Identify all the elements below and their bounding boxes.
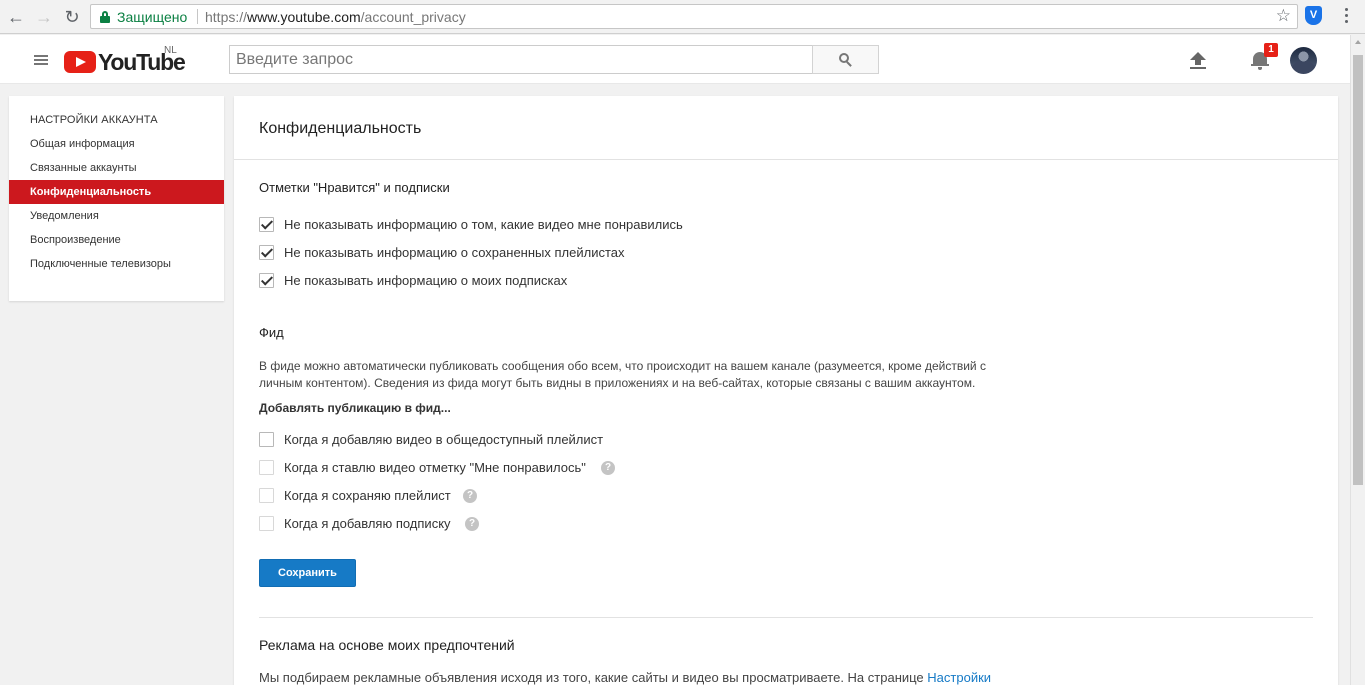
browser-menu-icon[interactable] bbox=[1340, 6, 1352, 26]
lock-icon bbox=[100, 11, 110, 23]
youtube-header: YouTube NL 1 bbox=[0, 35, 1350, 84]
feed-playlist-add-checkbox[interactable] bbox=[259, 432, 274, 447]
page-title: Конфиденциальность bbox=[259, 120, 422, 137]
hide-saved-playlists-checkbox[interactable] bbox=[259, 245, 274, 260]
feed-description-line-2: личным контентом). Сведения из фида могу… bbox=[259, 376, 976, 390]
feed-description: В фиде можно автоматически публиковать с… bbox=[259, 358, 1079, 392]
reload-icon[interactable]: ↻ bbox=[62, 7, 82, 27]
country-code: NL bbox=[164, 45, 177, 56]
guide-menu-icon[interactable] bbox=[34, 55, 48, 66]
ads-description-text: Мы подбираем рекламные объявления исходя… bbox=[259, 670, 928, 685]
feed-subscribe-checkbox[interactable] bbox=[259, 516, 274, 531]
ads-description: Мы подбираем рекламные объявления исходя… bbox=[259, 670, 991, 685]
help-icon[interactable]: ? bbox=[601, 461, 615, 475]
hide-liked-videos-checkbox[interactable] bbox=[259, 217, 274, 232]
title-divider bbox=[234, 159, 1338, 160]
sidebar-item-notifications[interactable]: Уведомления bbox=[9, 204, 224, 228]
privacy-settings-panel: Конфиденциальность Отметки "Нравится" и … bbox=[234, 96, 1338, 685]
sidebar-item-playback[interactable]: Воспроизведение bbox=[9, 228, 224, 252]
forward-arrow-icon[interactable]: → bbox=[34, 7, 54, 27]
save-button[interactable]: Сохранить bbox=[259, 559, 356, 587]
upload-icon[interactable] bbox=[1189, 52, 1207, 70]
scrollbar-thumb[interactable] bbox=[1353, 55, 1363, 485]
sidebar-heading: НАСТРОЙКИ АККАУНТА bbox=[30, 114, 158, 126]
feed-description-line-1: В фиде можно автоматически публиковать с… bbox=[259, 359, 986, 373]
avatar[interactable] bbox=[1290, 47, 1317, 74]
help-icon[interactable]: ? bbox=[463, 489, 477, 503]
hide-subscriptions-checkbox[interactable] bbox=[259, 273, 274, 288]
sidebar-item-connected-accounts[interactable]: Связанные аккаунты bbox=[9, 156, 224, 180]
likes-section-title: Отметки "Нравится" и подписки bbox=[259, 180, 450, 195]
notification-count-badge[interactable]: 1 bbox=[1264, 43, 1278, 57]
ads-section-title: Реклама на основе моих предпочтений bbox=[259, 637, 515, 653]
checkbox-label: Не показывать информацию о сохраненных п… bbox=[284, 245, 625, 260]
feed-like-checkbox[interactable] bbox=[259, 460, 274, 475]
checkbox-label: Не показывать информацию о том, какие ви… bbox=[284, 217, 683, 232]
secure-label: Защищено bbox=[117, 9, 188, 25]
play-logo-icon bbox=[64, 51, 96, 73]
search-icon bbox=[839, 53, 853, 67]
search-button[interactable] bbox=[812, 45, 879, 74]
browser-toolbar: ← → ↻ Защищено https://www.youtube.com/a… bbox=[0, 0, 1365, 34]
address-bar[interactable]: Защищено https://www.youtube.com/account… bbox=[90, 4, 1298, 29]
feed-section-title: Фид bbox=[259, 325, 284, 340]
sidebar-item-connected-tvs[interactable]: Подключенные телевизоры bbox=[9, 252, 224, 276]
checkbox-label: Не показывать информацию о моих подписка… bbox=[284, 273, 568, 288]
feed-save-playlist-checkbox[interactable] bbox=[259, 488, 274, 503]
scroll-up-icon[interactable] bbox=[1355, 40, 1361, 44]
feed-subheading: Добавлять публикацию в фид... bbox=[259, 401, 451, 415]
extension-shield-icon[interactable]: V bbox=[1305, 6, 1322, 25]
back-arrow-icon[interactable]: ← bbox=[6, 7, 26, 27]
search-input[interactable] bbox=[229, 45, 813, 74]
section-divider bbox=[259, 617, 1313, 618]
checkbox-label: Когда я ставлю видео отметку "Мне понрав… bbox=[284, 460, 586, 475]
checkbox-label: Когда я добавляю видео в общедоступный п… bbox=[284, 432, 604, 447]
checkbox-label: Когда я добавляю подписку bbox=[284, 516, 451, 531]
url-text[interactable]: https://www.youtube.com/account_privacy bbox=[205, 9, 466, 25]
page-scrollbar[interactable] bbox=[1350, 35, 1365, 685]
help-icon[interactable]: ? bbox=[465, 517, 479, 531]
settings-link[interactable]: Настройки bbox=[927, 670, 991, 685]
account-settings-sidebar: НАСТРОЙКИ АККАУНТА Общая информация Связ… bbox=[9, 96, 224, 301]
bookmark-star-icon[interactable]: ☆ bbox=[1276, 6, 1291, 26]
address-separator bbox=[197, 9, 198, 24]
checkbox-label: Когда я сохраняю плейлист bbox=[284, 488, 451, 503]
sidebar-item-privacy[interactable]: Конфиденциальность bbox=[9, 180, 224, 204]
sidebar-item-overview[interactable]: Общая информация bbox=[9, 132, 224, 156]
